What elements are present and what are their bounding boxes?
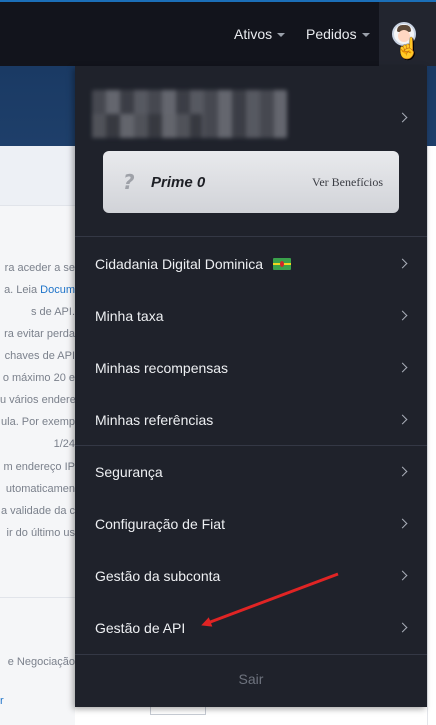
annotation-arrow-icon	[201, 572, 339, 627]
